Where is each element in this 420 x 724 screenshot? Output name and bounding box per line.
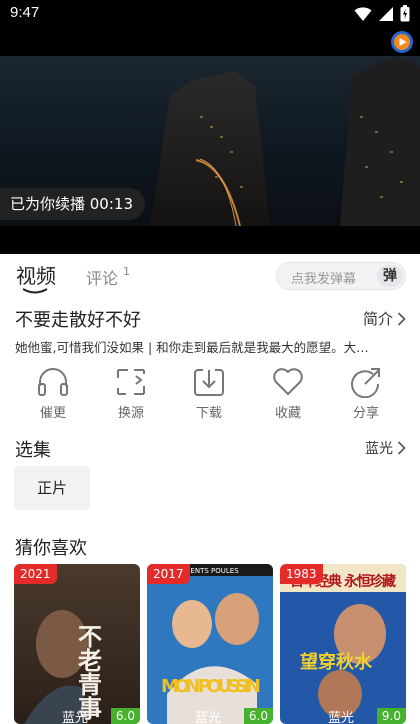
year-badge: 2017 (147, 564, 190, 584)
status-time: 9:47 (10, 4, 40, 21)
movie-poster: 不老青事 (14, 564, 140, 724)
chevron-right-icon (397, 311, 406, 326)
wifi-icon (354, 6, 372, 21)
share-icon (351, 368, 380, 398)
battery-icon (400, 5, 410, 22)
quality-text: 蓝光 (195, 711, 222, 724)
switch-source-button[interactable]: 换源 (101, 366, 161, 421)
action-row: 催更 换源 下载 收藏 分享 (0, 366, 420, 428)
comment-count: 1 (123, 265, 130, 278)
download-icon (194, 369, 224, 396)
episode-chip[interactable]: 正片 (14, 466, 90, 510)
score-badge: 6.0 (243, 708, 273, 724)
video-title: 不要走散好不好 (15, 310, 141, 331)
quality-selector[interactable]: 蓝光 (365, 438, 406, 458)
download-button[interactable]: 下载 (179, 366, 239, 421)
quality-text: 蓝光 (328, 711, 355, 724)
signal-icon (379, 6, 393, 21)
recommend-card[interactable]: 百年经典 永恒珍藏 望穿秋水 1983 蓝光 9.0 (280, 564, 406, 724)
score-badge: 6.0 (110, 708, 140, 724)
resume-playback-pill: 已为你续播 00:13 (0, 188, 145, 220)
heart-icon (273, 368, 303, 395)
status-icons (354, 5, 410, 22)
poster-title-text: 望穿秋水 (300, 651, 373, 673)
action-label: 下载 (195, 406, 222, 421)
danmu-input[interactable]: 点我发弹幕 弹 (276, 262, 406, 290)
video-description: 她他蜜,可惜我们没如果 | 和你走到最后就是我最大的愿望。大… (15, 340, 369, 355)
app-logo-icon[interactable] (390, 30, 414, 54)
poster-title-text: 不老青事 (74, 624, 103, 720)
chevron-right-icon (397, 441, 406, 455)
intro-label: 简介 (362, 310, 393, 328)
year-badge: 1983 (280, 564, 323, 584)
recommend-title: 猜你喜欢 (15, 538, 87, 559)
year-badge: 2021 (14, 564, 57, 584)
headphones-icon (38, 368, 68, 396)
remind-update-button[interactable]: 催更 (23, 366, 83, 421)
status-bar: 9:47 (0, 0, 420, 28)
movie-poster: PARENTS POULES MON POUSSIN (147, 564, 273, 724)
poster-title-text: MON POUSSIN (161, 676, 261, 697)
recommend-card[interactable]: 不老青事 2021 蓝光 6.0 (14, 564, 140, 724)
action-label: 催更 (39, 406, 66, 421)
tab-video[interactable]: 视频 (16, 260, 56, 289)
action-label: 换源 (117, 406, 144, 421)
movie-poster: 百年经典 永恒珍藏 望穿秋水 (280, 564, 406, 724)
quality-label: 蓝光 (365, 441, 393, 457)
tab-active-indicator (22, 288, 48, 294)
danmu-placeholder: 点我发弹幕 (291, 272, 357, 287)
video-player[interactable]: 已为你续播 00:13 (0, 28, 420, 254)
action-label: 分享 (352, 406, 379, 421)
switch-source-icon (117, 369, 145, 395)
score-badge: 9.0 (376, 708, 406, 724)
intro-link[interactable]: 简介 (363, 308, 406, 329)
tab-comment[interactable]: 评论 (86, 265, 118, 289)
quality-text: 蓝光 (62, 711, 89, 724)
favorite-button[interactable]: 收藏 (258, 366, 318, 421)
recommend-card[interactable]: PARENTS POULES MON POUSSIN 2017 蓝光 6.0 (147, 564, 273, 724)
danmu-button[interactable]: 弹 (377, 265, 403, 287)
share-button[interactable]: 分享 (336, 366, 396, 421)
action-label: 收藏 (274, 406, 301, 421)
episodes-title: 选集 (15, 440, 51, 461)
